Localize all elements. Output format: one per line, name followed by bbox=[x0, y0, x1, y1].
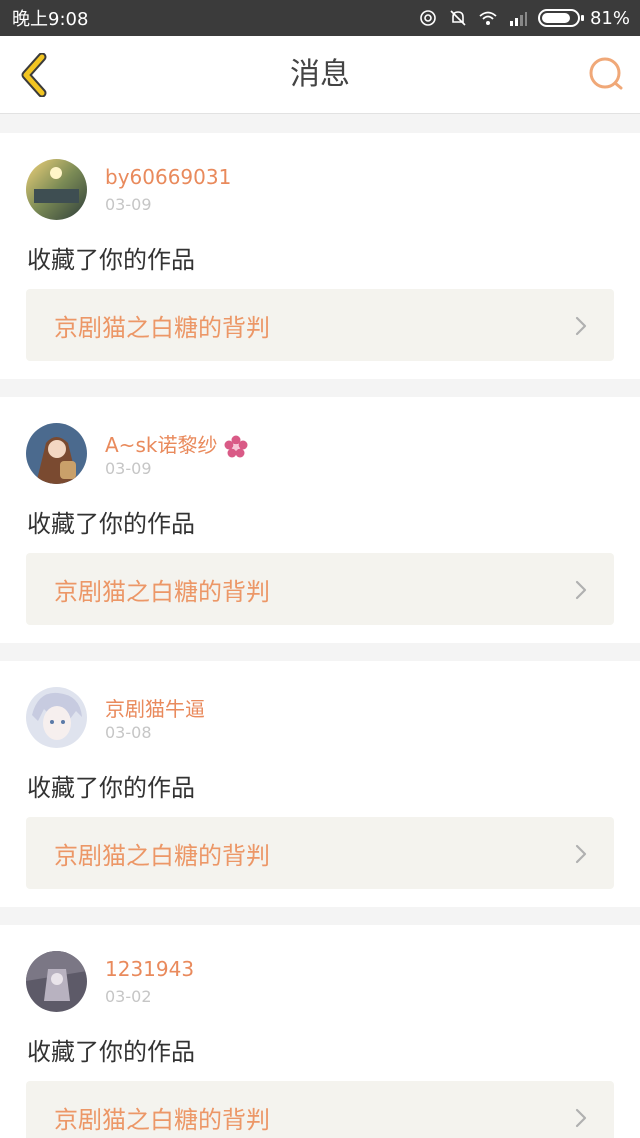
message-card: by60669031 03-09 收藏了你的作品 京剧猫之白糖的背判 bbox=[0, 133, 640, 379]
status-bar: 晚上9:08 81% bbox=[0, 0, 640, 36]
chevron-right-icon bbox=[575, 316, 587, 336]
username[interactable]: A~sk诺黎纱 bbox=[105, 429, 248, 459]
battery-percent: 81% bbox=[589, 7, 630, 29]
flower-icon bbox=[224, 435, 248, 457]
message-card: A~sk诺黎纱 03-09 收藏了你的作品 京剧猫之白糖的背判 bbox=[0, 397, 640, 643]
work-link[interactable]: 京剧猫之白糖的背判 bbox=[26, 817, 614, 889]
work-link[interactable]: 京剧猫之白糖的背判 bbox=[26, 553, 614, 625]
message-text: 收藏了你的作品 bbox=[27, 774, 195, 802]
battery-icon bbox=[537, 9, 584, 27]
work-title: 京剧猫之白糖的背判 bbox=[54, 313, 270, 342]
message-list: by60669031 03-09 收藏了你的作品 京剧猫之白糖的背判 A~sk诺… bbox=[0, 115, 640, 1138]
avatar[interactable] bbox=[26, 687, 87, 748]
username[interactable]: by60669031 bbox=[105, 165, 231, 189]
status-time: 晚上9:08 bbox=[12, 9, 89, 30]
avatar[interactable] bbox=[26, 159, 87, 220]
work-title: 京剧猫之白糖的背判 bbox=[54, 841, 270, 870]
message-date: 03-09 bbox=[105, 459, 152, 478]
mute-bell-icon bbox=[450, 10, 466, 26]
username[interactable]: 1231943 bbox=[105, 957, 194, 981]
wifi-icon bbox=[479, 11, 497, 25]
work-link[interactable]: 京剧猫之白糖的背判 bbox=[26, 1081, 614, 1138]
chevron-right-icon bbox=[575, 1108, 587, 1128]
page-title: 消息 bbox=[290, 57, 350, 92]
work-title: 京剧猫之白糖的背判 bbox=[54, 1105, 270, 1134]
chevron-right-icon bbox=[575, 580, 587, 600]
chevron-right-icon bbox=[575, 844, 587, 864]
message-text: 收藏了你的作品 bbox=[27, 510, 195, 538]
avatar[interactable] bbox=[26, 951, 87, 1012]
username[interactable]: 京剧猫牛逼 bbox=[105, 693, 205, 722]
avatar[interactable] bbox=[26, 423, 87, 484]
nav-bar: 消息 bbox=[0, 36, 640, 114]
message-card: 京剧猫牛逼 03-08 收藏了你的作品 京剧猫之白糖的背判 bbox=[0, 661, 640, 907]
work-link[interactable]: 京剧猫之白糖的背判 bbox=[26, 289, 614, 361]
work-title: 京剧猫之白糖的背判 bbox=[54, 577, 270, 606]
message-text: 收藏了你的作品 bbox=[27, 246, 195, 274]
message-card: 1231943 03-02 收藏了你的作品 京剧猫之白糖的背判 bbox=[0, 925, 640, 1138]
message-date: 03-02 bbox=[105, 987, 152, 1006]
message-text: 收藏了你的作品 bbox=[27, 1038, 195, 1066]
search-icon[interactable] bbox=[586, 54, 626, 94]
hotspot-icon bbox=[420, 10, 436, 26]
signal-icon bbox=[509, 12, 527, 26]
message-date: 03-08 bbox=[105, 723, 152, 742]
message-date: 03-09 bbox=[105, 195, 152, 214]
